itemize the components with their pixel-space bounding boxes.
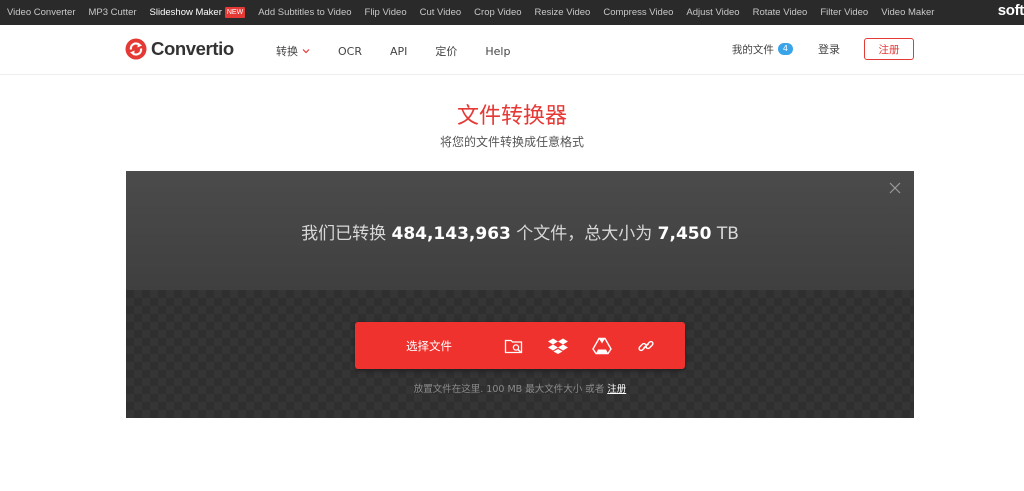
main-header: Convertio 转换 OCR API 定价 Help 我的文件 4 登录 注… bbox=[0, 25, 1024, 75]
tool-link-label: Flip Video bbox=[364, 7, 407, 18]
tool-link-3[interactable]: Add Subtitles to Video bbox=[258, 7, 351, 18]
nav-ocr[interactable]: OCR bbox=[338, 45, 362, 58]
my-files-label: 我的文件 bbox=[731, 43, 774, 56]
nav-help[interactable]: Help bbox=[485, 45, 510, 58]
convertio-logo-icon bbox=[125, 38, 147, 60]
tool-link-label: Filter Video bbox=[820, 7, 869, 18]
drop-hint-register-link[interactable]: 注册 bbox=[607, 384, 626, 395]
source-icons bbox=[503, 335, 679, 357]
nav-pricing[interactable]: 定价 bbox=[435, 43, 457, 59]
stats-prefix: 我们已转换 bbox=[301, 224, 387, 244]
dropbox-icon[interactable] bbox=[547, 335, 569, 357]
tool-link-label: Compress Video bbox=[603, 7, 674, 18]
converter-box: 我们已转换 484,143,963 个文件，总大小为 7,450 TB 选择文件 bbox=[126, 171, 914, 418]
account-nav: 我的文件 4 登录 注册 bbox=[732, 38, 914, 60]
my-files-link[interactable]: 我的文件 4 bbox=[732, 42, 793, 57]
url-link-icon[interactable] bbox=[635, 335, 657, 357]
tool-link-6[interactable]: Crop Video bbox=[474, 7, 521, 18]
tool-link-label: Cut Video bbox=[419, 7, 462, 18]
stats-panel: 我们已转换 484,143,963 个文件，总大小为 7,450 TB bbox=[126, 171, 914, 290]
tool-link-5[interactable]: Cut Video bbox=[420, 7, 462, 18]
choose-files-bar: 选择文件 bbox=[355, 322, 685, 369]
tool-link-2[interactable]: Slideshow Maker NEW bbox=[150, 7, 246, 18]
login-link[interactable]: 登录 bbox=[818, 41, 840, 57]
convertio-logo[interactable]: Convertio bbox=[125, 38, 234, 60]
register-button[interactable]: 注册 bbox=[864, 38, 914, 60]
tool-link-label: Rotate Video bbox=[752, 7, 808, 18]
files-count: 484,143,963 bbox=[391, 224, 511, 244]
page-subtitle: 将您的文件转换成任意格式 bbox=[439, 135, 584, 149]
folder-search-icon[interactable] bbox=[503, 335, 525, 357]
tool-link-11[interactable]: Filter Video bbox=[820, 7, 868, 18]
size-unit: TB bbox=[716, 224, 739, 244]
tool-link-label: MP3 Cutter bbox=[88, 7, 137, 18]
tool-link-label: Adjust Video bbox=[686, 7, 740, 18]
tools-links: Video Converter MP3 Cutter Slideshow Maker… bbox=[7, 7, 947, 18]
close-icon[interactable] bbox=[889, 182, 901, 194]
tool-link-9[interactable]: Adjust Video bbox=[686, 7, 739, 18]
tool-link-10[interactable]: Rotate Video bbox=[753, 7, 808, 18]
total-size: 7,450 bbox=[657, 224, 712, 244]
tool-link-label: Video Maker bbox=[881, 7, 935, 18]
choose-files-button[interactable]: 选择文件 bbox=[355, 338, 503, 354]
tool-link-8[interactable]: Compress Video bbox=[603, 7, 673, 18]
chevron-down-icon bbox=[302, 49, 310, 54]
tool-link-12[interactable]: Video Maker bbox=[881, 7, 934, 18]
nav-api[interactable]: API bbox=[390, 45, 407, 58]
tool-link-label: Slideshow Maker bbox=[149, 7, 222, 18]
stats-middle: 个文件，总大小为 bbox=[516, 224, 653, 244]
tool-link-label: Crop Video bbox=[474, 7, 522, 18]
main-nav: 转换 OCR API 定价 Help bbox=[276, 43, 538, 59]
logo-text: Convertio bbox=[151, 38, 234, 59]
page-title: 文件转换器 bbox=[456, 104, 567, 129]
softo-brand[interactable]: soft bbox=[998, 2, 1024, 19]
new-badge: NEW bbox=[224, 7, 246, 18]
drop-hint-text: 放置文件在这里. 100 MB 最大文件大小 或者 bbox=[413, 384, 605, 395]
tool-link-label: Video Converter bbox=[7, 7, 76, 18]
drop-hint: 放置文件在这里. 100 MB 最大文件大小 或者 注册 bbox=[126, 381, 914, 395]
nav-convert[interactable]: 转换 bbox=[276, 43, 310, 59]
tool-link-label: Resize Video bbox=[534, 7, 591, 18]
tool-link-0[interactable]: Video Converter bbox=[7, 7, 75, 18]
my-files-count-badge: 4 bbox=[777, 43, 793, 55]
tool-link-label: Add Subtitles to Video bbox=[258, 7, 352, 18]
conversion-stats: 我们已转换 484,143,963 个文件，总大小为 7,450 TB bbox=[126, 219, 914, 244]
google-drive-icon[interactable] bbox=[591, 335, 613, 357]
top-tools-bar: Video Converter MP3 Cutter Slideshow Maker… bbox=[0, 0, 1024, 25]
tool-link-4[interactable]: Flip Video bbox=[365, 7, 407, 18]
nav-convert-label: 转换 bbox=[276, 45, 298, 58]
tool-link-7[interactable]: Resize Video bbox=[535, 7, 591, 18]
tool-link-1[interactable]: MP3 Cutter bbox=[88, 7, 136, 18]
